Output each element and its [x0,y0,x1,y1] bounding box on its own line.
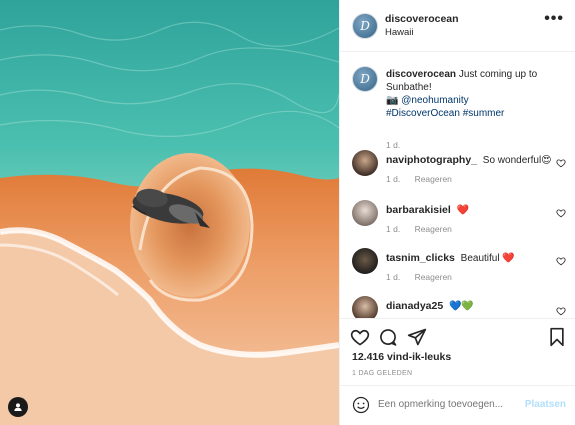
header-username[interactable]: discoverocean [385,13,459,25]
post-date[interactable]: 1 DAG GELEDEN [352,370,412,377]
reply-button[interactable]: Reageren [415,224,452,234]
avatar[interactable] [352,248,378,274]
avatar-logo: D [360,72,370,86]
more-options-icon[interactable]: ••• [544,11,564,27]
comment-time[interactable]: 1 d. [386,224,400,234]
comment-username[interactable]: naviphotography_ [386,154,477,166]
avatar[interactable]: D [352,66,378,92]
comment-username[interactable]: tasnim_clicks [386,252,455,264]
camera-emoji: 📷 [386,95,399,106]
like-heart-icon[interactable] [350,327,370,347]
location-link[interactable]: Hawaii [385,27,414,38]
save-bookmark-icon[interactable] [548,327,566,347]
comment-text: 💙💚 [448,301,474,312]
post-photo[interactable] [0,0,339,425]
reply-button[interactable]: Reageren [415,272,452,282]
post-header: D discoverocean Hawaii ••• [340,0,575,52]
avatar[interactable] [352,200,378,226]
post-dialog: D discoverocean Hawaii ••• D discoveroce… [0,0,575,425]
comment-text: Beautiful ❤️ [460,253,515,264]
add-comment-bar: Plaatsen [340,385,575,425]
comment-username[interactable]: dianadya25 [386,300,443,312]
comment-input[interactable] [378,399,518,410]
like-comment-heart-icon[interactable] [556,208,566,218]
tagged-users-button[interactable] [8,397,28,417]
like-comment-heart-icon[interactable] [556,306,566,316]
hashtag-links[interactable]: #DiscoverOcean #summer [386,108,504,119]
avatar-logo: D [360,19,370,33]
avatar[interactable] [352,296,378,318]
like-comment-heart-icon[interactable] [556,256,566,266]
list-item: naviphotography_ So wonderful😍 1 d. Reag… [340,150,575,194]
like-comment-heart-icon[interactable] [556,158,566,168]
comment-time[interactable]: 1 d. [386,174,400,184]
emoji-smiley-icon[interactable] [352,396,370,414]
post-actions: 12.416 vind-ik-leuks 1 DAG GELEDEN Plaat… [340,318,575,420]
post-side-panel: D discoverocean Hawaii ••• D discoveroce… [339,0,575,425]
person-icon [14,403,22,411]
caption: D discoverocean Just coming up to Sunbat… [340,66,575,156]
comment-bubble-icon[interactable] [378,327,398,347]
list-item: dianadya25 💙💚 [340,296,575,318]
avatar[interactable]: D [352,13,378,39]
likes-count[interactable]: 12.416 vind-ik-leuks [352,351,451,363]
comment-text: ❤️ [456,205,470,216]
beach-aerial-image [0,0,339,425]
comment-username[interactable]: barbarakisiel [386,204,451,216]
mention-link[interactable]: @neohumanity [401,95,468,106]
comments-list[interactable]: D discoverocean Just coming up to Sunbat… [340,52,575,318]
comment-text: So wonderful😍 [482,155,552,166]
list-item: tasnim_clicks Beautiful ❤️ 1 d. Reageren [340,248,575,292]
share-send-icon[interactable] [407,327,427,347]
caption-time[interactable]: 1 d. [386,140,400,150]
caption-username[interactable]: discoverocean [386,69,456,80]
post-comment-button[interactable]: Plaatsen [525,399,566,410]
comment-time[interactable]: 1 d. [386,272,400,282]
reply-button[interactable]: Reageren [415,174,452,184]
avatar[interactable] [352,150,378,176]
list-item: barbarakisiel ❤️ 1 d. Reageren [340,200,575,244]
